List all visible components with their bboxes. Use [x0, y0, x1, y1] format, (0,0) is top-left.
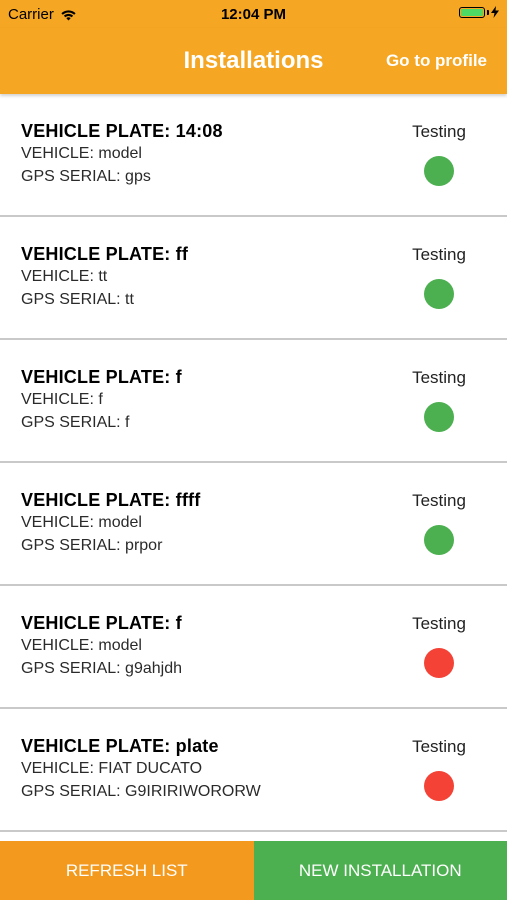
vehicle-plate: VEHICLE PLATE: f	[21, 367, 182, 387]
vehicle-model: VEHICLE: model	[21, 637, 142, 654]
installation-row[interactable]: VEHICLE PLATE: f VEHICLE: model GPS SERI…	[0, 586, 507, 709]
status-label: Testing	[412, 368, 466, 387]
status-indicator-dot	[424, 279, 454, 309]
installation-status: Testing	[399, 368, 479, 432]
vehicle-model: VEHICLE: f	[21, 391, 103, 408]
status-label: Testing	[412, 245, 466, 264]
battery-fill	[461, 8, 483, 16]
gps-serial: GPS SERIAL: tt	[21, 291, 134, 308]
installation-info: VEHICLE PLATE: ffff VEHICLE: model GPS S…	[21, 489, 200, 557]
gps-serial: GPS SERIAL: prpor	[21, 537, 163, 554]
status-indicator-dot	[424, 648, 454, 678]
vehicle-plate: VEHICLE PLATE: plate	[21, 736, 219, 756]
status-indicator-dot	[424, 525, 454, 555]
new-installation-button[interactable]: NEW INSTALLATION	[253, 841, 507, 900]
gps-serial: GPS SERIAL: gps	[21, 168, 151, 185]
installation-status: Testing	[399, 737, 479, 801]
installation-row[interactable]: VEHICLE PLATE: 14:08 VEHICLE: model GPS …	[0, 94, 507, 217]
nav-bar: Installations Go to profile	[0, 28, 507, 94]
bottom-action-bar: REFRESH LIST NEW INSTALLATION	[0, 841, 507, 900]
refresh-list-button[interactable]: REFRESH LIST	[0, 841, 254, 900]
status-label: Testing	[412, 614, 466, 633]
go-to-profile-button[interactable]: Go to profile	[386, 51, 487, 71]
status-label: Testing	[412, 737, 466, 756]
charging-bolt-icon	[491, 6, 499, 18]
status-indicator-dot	[424, 402, 454, 432]
status-label: Testing	[412, 122, 466, 141]
installation-row[interactable]: VEHICLE PLATE: f VEHICLE: f GPS SERIAL: …	[0, 340, 507, 463]
battery-cap	[487, 9, 489, 15]
installation-row[interactable]: VEHICLE PLATE: plate VEHICLE: FIAT DUCAT…	[0, 709, 507, 832]
installation-row[interactable]: VEHICLE PLATE: ffff VEHICLE: model GPS S…	[0, 463, 507, 586]
vehicle-model: VEHICLE: tt	[21, 268, 108, 285]
status-time: 12:04 PM	[220, 6, 287, 23]
installation-row[interactable]: VEHICLE PLATE: ff VEHICLE: tt GPS SERIAL…	[0, 217, 507, 340]
installation-status: Testing	[399, 122, 479, 186]
vehicle-plate: VEHICLE PLATE: ff	[21, 244, 189, 264]
status-bar: Carrier 12:04 PM	[0, 0, 507, 28]
gps-serial: GPS SERIAL: g9ahjdh	[21, 660, 182, 677]
installations-list[interactable]: VEHICLE PLATE: 14:08 VEHICLE: model GPS …	[0, 94, 507, 841]
gps-serial: GPS SERIAL: f	[21, 414, 130, 431]
installation-info: VEHICLE PLATE: plate VEHICLE: FIAT DUCAT…	[21, 735, 261, 803]
installation-status: Testing	[399, 614, 479, 678]
vehicle-model: VEHICLE: model	[21, 145, 142, 162]
installation-info: VEHICLE PLATE: f VEHICLE: f GPS SERIAL: …	[21, 366, 182, 434]
installation-status: Testing	[399, 491, 479, 555]
status-indicator-dot	[424, 156, 454, 186]
vehicle-model: VEHICLE: model	[21, 514, 142, 531]
installation-info: VEHICLE PLATE: 14:08 VEHICLE: model GPS …	[21, 120, 223, 188]
status-label: Testing	[412, 491, 466, 510]
battery-icon	[459, 6, 485, 18]
vehicle-model: VEHICLE: FIAT DUCATO	[21, 760, 203, 777]
vehicle-plate: VEHICLE PLATE: ffff	[21, 490, 201, 510]
status-indicator-dot	[424, 771, 454, 801]
vehicle-plate: VEHICLE PLATE: f	[21, 613, 182, 633]
gps-serial: GPS SERIAL: G9IRIRIWORORW	[21, 783, 261, 800]
installation-info: VEHICLE PLATE: ff VEHICLE: tt GPS SERIAL…	[21, 243, 188, 311]
battery-group	[459, 6, 499, 18]
vehicle-plate: VEHICLE PLATE: 14:08	[21, 121, 223, 141]
installation-info: VEHICLE PLATE: f VEHICLE: model GPS SERI…	[21, 612, 182, 680]
installation-status: Testing	[399, 245, 479, 309]
